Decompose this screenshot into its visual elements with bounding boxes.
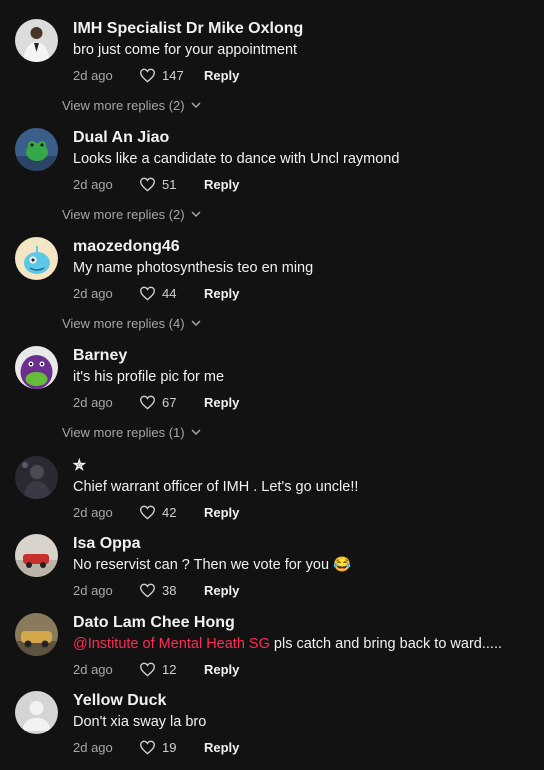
like-button[interactable]: 42	[139, 505, 198, 520]
person-suit-avatar[interactable]	[15, 19, 58, 62]
comment-time: 2d ago	[73, 285, 113, 301]
comment-text: @Institute of Mental Heath SG pls catch …	[73, 635, 502, 653]
comment-author[interactable]: Dato Lam Chee Hong	[73, 613, 235, 633]
like-count: 19	[162, 739, 177, 755]
comment-author[interactable]: IMH Specialist Dr Mike Oxlong	[73, 19, 303, 39]
reply-button[interactable]: Reply	[204, 662, 239, 677]
reply-button[interactable]: Reply	[204, 395, 239, 410]
like-count: 12	[162, 661, 177, 677]
like-button[interactable]: 44	[139, 286, 198, 301]
default-user-avatar[interactable]	[15, 691, 58, 734]
view-more-replies[interactable]: View more replies (2)	[62, 207, 201, 222]
view-more-replies[interactable]: View more replies (2)	[62, 98, 201, 113]
comment-text: My name photosynthesis teo en ming	[73, 260, 314, 276]
mention-link[interactable]: @Institute of Mental Heath SG	[73, 636, 270, 652]
heart-icon	[139, 662, 156, 677]
view-more-label: View more replies (4)	[62, 316, 185, 331]
frog-avatar[interactable]	[15, 128, 58, 171]
comment-meta: 2d ago 44 Reply	[73, 284, 239, 302]
heart-icon	[139, 177, 156, 192]
comment-meta: 2d ago 12 Reply	[73, 660, 239, 678]
like-button[interactable]: 51	[139, 177, 198, 192]
reply-button[interactable]: Reply	[204, 740, 239, 755]
comment-text: Looks like a candidate to dance with Unc…	[73, 151, 400, 167]
like-button[interactable]: 67	[139, 395, 198, 410]
comment-time: 2d ago	[73, 504, 113, 520]
comment-time: 2d ago	[73, 67, 113, 83]
comment-time: 2d ago	[73, 582, 113, 598]
comment-meta: 2d ago 147 Reply	[73, 66, 239, 84]
comment-author[interactable]: Barney	[73, 346, 127, 366]
dark-portrait-avatar[interactable]	[15, 456, 58, 499]
reply-button[interactable]: Reply	[204, 286, 239, 301]
view-more-label: View more replies (2)	[62, 98, 185, 113]
like-count: 67	[162, 394, 177, 410]
like-count: 42	[162, 504, 177, 520]
chevron-down-icon	[191, 102, 201, 109]
comment-author[interactable]: Dual An Jiao	[73, 128, 169, 148]
chevron-down-icon	[191, 211, 201, 218]
blue-creature-avatar[interactable]	[15, 237, 58, 280]
like-button[interactable]: 12	[139, 662, 198, 677]
comment-time: 2d ago	[73, 661, 113, 677]
comment-text: No reservist can ? Then we vote for you …	[73, 557, 352, 573]
comment-meta: 2d ago 42 Reply	[73, 503, 239, 521]
comment-text: it's his profile pic for me	[73, 369, 225, 385]
comment-author[interactable]: Isa Oppa	[73, 534, 141, 554]
comment-meta: 2d ago 67 Reply	[73, 393, 239, 411]
comment-meta: 2d ago 19 Reply	[73, 738, 239, 756]
view-more-replies[interactable]: View more replies (1)	[62, 425, 201, 440]
comment-text-body: pls catch and bring back to ward.....	[269, 636, 502, 652]
heart-icon	[139, 583, 156, 598]
reply-button[interactable]: Reply	[204, 505, 239, 520]
like-count: 44	[162, 285, 177, 301]
chevron-down-icon	[191, 429, 201, 436]
heart-icon	[139, 68, 156, 83]
like-count: 51	[162, 176, 177, 192]
view-more-replies[interactable]: View more replies (4)	[62, 316, 201, 331]
like-button[interactable]: 147	[139, 68, 198, 83]
comment-time: 2d ago	[73, 176, 113, 192]
reply-button[interactable]: Reply	[204, 68, 239, 83]
chevron-down-icon	[191, 320, 201, 327]
red-car-avatar[interactable]	[15, 534, 58, 577]
view-more-label: View more replies (1)	[62, 425, 185, 440]
heart-icon	[139, 740, 156, 755]
like-count: 147	[162, 67, 184, 83]
comment-author[interactable]: Yellow Duck	[73, 691, 166, 711]
heart-icon	[139, 395, 156, 410]
comment-time: 2d ago	[73, 739, 113, 755]
comment-text: Chief warrant officer of IMH . Let's go …	[73, 479, 359, 495]
reply-button[interactable]: Reply	[204, 177, 239, 192]
heart-icon	[139, 286, 156, 301]
comment-author[interactable]: ✮	[73, 456, 86, 476]
comment-text: Don't xia sway la bro	[73, 714, 207, 730]
heart-icon	[139, 505, 156, 520]
comment-meta: 2d ago 38 Reply	[73, 581, 239, 599]
like-button[interactable]: 19	[139, 740, 198, 755]
gold-car-avatar[interactable]	[15, 613, 58, 656]
comment-time: 2d ago	[73, 394, 113, 410]
reply-button[interactable]: Reply	[204, 583, 239, 598]
comment-text: bro just come for your appointment	[73, 42, 298, 58]
like-count: 38	[162, 582, 177, 598]
view-more-label: View more replies (2)	[62, 207, 185, 222]
comment-meta: 2d ago 51 Reply	[73, 175, 239, 193]
comment-author[interactable]: maozedong46	[73, 237, 180, 257]
like-button[interactable]: 38	[139, 583, 198, 598]
barney-avatar[interactable]	[15, 346, 58, 389]
